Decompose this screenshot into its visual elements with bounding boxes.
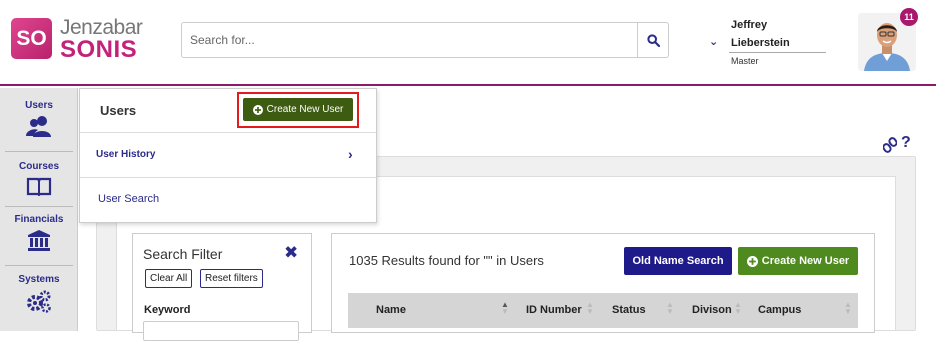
- search-icon: [646, 33, 660, 47]
- column-header-id-number[interactable]: ID Number: [526, 304, 582, 316]
- sidebar-divider: [5, 206, 73, 207]
- book-icon: [26, 177, 52, 196]
- column-header-division[interactable]: Divison: [692, 304, 732, 316]
- user-first-name[interactable]: Jeffrey: [731, 19, 767, 31]
- logo-text-bottom: SONIS: [60, 36, 138, 63]
- popup-create-user-label: Create New User: [266, 104, 344, 115]
- global-search-input[interactable]: [181, 22, 638, 58]
- search-filter-title: Search Filter: [143, 246, 223, 262]
- sidebar-item-label: Users: [25, 100, 53, 111]
- users-popup-menu: Users Create New User User History › Use…: [79, 88, 377, 223]
- sidebar-item-label: Financials: [14, 214, 64, 225]
- popup-divider: [80, 132, 376, 133]
- sort-icon[interactable]: ▲ ▼: [586, 301, 594, 316]
- sidebar-divider: [5, 265, 73, 266]
- popup-item-user-search[interactable]: User Search: [98, 193, 159, 205]
- create-new-user-label: Create New User: [761, 255, 850, 267]
- search-button[interactable]: [637, 22, 669, 58]
- sort-icon[interactable]: ▲ ▼: [666, 301, 674, 316]
- popup-divider: [80, 177, 376, 178]
- column-header-campus[interactable]: Campus: [758, 304, 801, 316]
- column-header-status[interactable]: Status: [612, 304, 646, 316]
- link-icon[interactable]: [883, 137, 897, 153]
- sort-asc-icon[interactable]: ▲ ▼: [501, 301, 509, 316]
- sidebar-item-label: Courses: [18, 161, 59, 172]
- clear-all-button[interactable]: Clear All: [145, 269, 193, 288]
- gears-icon: [27, 290, 51, 313]
- sidebar-item-courses[interactable]: Courses: [0, 161, 78, 196]
- user-role: Master: [731, 56, 759, 66]
- user-menu-chevron-icon[interactable]: ⌄: [709, 35, 718, 48]
- user-divider: [729, 52, 826, 53]
- sidebar-item-systems[interactable]: Systems: [0, 274, 78, 313]
- sort-icon[interactable]: ▲ ▼: [734, 301, 742, 316]
- keyword-input[interactable]: [143, 321, 299, 341]
- sidebar-divider: [5, 151, 73, 152]
- keyword-label: Keyword: [144, 304, 191, 316]
- results-summary: 1035 Results found for "" in Users: [349, 253, 544, 268]
- create-new-user-button[interactable]: Create New User: [738, 247, 858, 275]
- column-header-name[interactable]: Name: [376, 304, 406, 316]
- sidebar-item-label: Systems: [18, 274, 60, 285]
- notification-badge[interactable]: 11: [900, 8, 918, 26]
- sidebar-item-financials[interactable]: Financials: [0, 214, 78, 251]
- results-table-header: Name ▲ ▼ ID Number ▲ ▼ Status ▲ ▼ Divison ▲…: [348, 293, 858, 328]
- popup-item-user-history[interactable]: User History: [96, 149, 155, 160]
- bank-icon: [28, 230, 50, 251]
- popup-create-user-button[interactable]: Create New User: [243, 98, 353, 121]
- reset-filters-button[interactable]: Reset filters: [200, 269, 263, 288]
- old-name-search-button[interactable]: Old Name Search: [624, 247, 732, 275]
- close-icon[interactable]: ✖: [284, 243, 298, 263]
- users-icon: [26, 116, 51, 137]
- sidebar: Users Courses Financials Systems: [0, 88, 78, 331]
- sort-icon[interactable]: ▲ ▼: [844, 301, 852, 316]
- popup-title: Users: [100, 103, 137, 118]
- app-header: SO Jenzabar SONIS ⌄ Jeffrey Lieberstein …: [0, 0, 936, 86]
- logo-mark[interactable]: SO: [11, 18, 52, 59]
- chevron-right-icon[interactable]: ›: [348, 146, 353, 162]
- plus-circle-icon: [746, 255, 758, 267]
- user-last-name[interactable]: Lieberstein: [731, 37, 790, 49]
- help-icon[interactable]: ?: [901, 134, 911, 152]
- sidebar-item-users[interactable]: Users: [0, 100, 78, 137]
- plus-circle-icon: [252, 104, 263, 115]
